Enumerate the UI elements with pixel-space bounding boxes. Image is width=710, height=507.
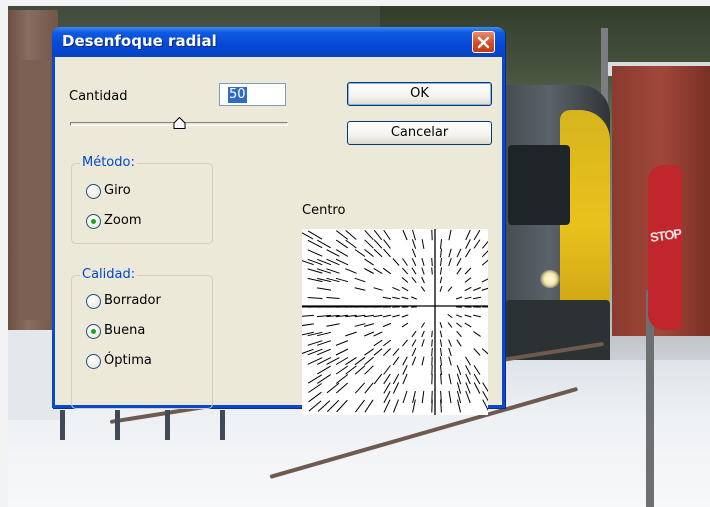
amount-slider-thumb[interactable] (173, 117, 186, 129)
amount-value: 50 (228, 87, 247, 103)
center-preview[interactable] (298, 229, 491, 415)
quality-legend: Calidad: (80, 267, 138, 282)
method-legend: Método: (80, 155, 137, 170)
cancel-button[interactable]: Cancelar (347, 121, 492, 145)
amount-label: Cantidad (69, 89, 128, 104)
radial-blur-dialog: Desenfoque radial Cantidad 50 OK Cancela… (52, 27, 505, 415)
amount-input[interactable]: 50 (219, 83, 286, 106)
radio-label: Giro (104, 183, 131, 198)
radio-label: Óptima (104, 353, 152, 368)
close-x-icon (477, 36, 490, 49)
train-window (508, 145, 570, 225)
dialog-body: Cantidad 50 OK Cancelar Método: Giro Zoo… (55, 57, 502, 415)
radio-label: Buena (104, 323, 146, 338)
title-bar[interactable]: Desenfoque radial (52, 27, 505, 57)
radio-button[interactable] (86, 184, 101, 199)
radio-button[interactable] (86, 324, 101, 339)
snow-left (0, 330, 60, 420)
frame-border (0, 0, 710, 6)
radial-zoom-preview (298, 229, 491, 415)
method-group: Método: Giro Zoom (71, 155, 213, 244)
radio-label: Borrador (104, 293, 161, 308)
frame-border (0, 0, 8, 507)
radio-button[interactable] (86, 214, 101, 229)
ok-button[interactable]: OK (347, 82, 492, 106)
dialog-title: Desenfoque radial (62, 32, 217, 50)
radio-button[interactable] (86, 354, 101, 369)
center-label: Centro (302, 203, 346, 218)
close-button[interactable] (472, 31, 495, 53)
quality-group: Calidad: Borrador Buena Óptima (71, 267, 213, 409)
radio-label: Zoom (104, 213, 142, 228)
radio-button[interactable] (86, 294, 101, 309)
train-headlight (540, 270, 560, 288)
left-building-wall (20, 60, 50, 320)
stop-sign (648, 165, 682, 330)
fence (60, 405, 260, 440)
